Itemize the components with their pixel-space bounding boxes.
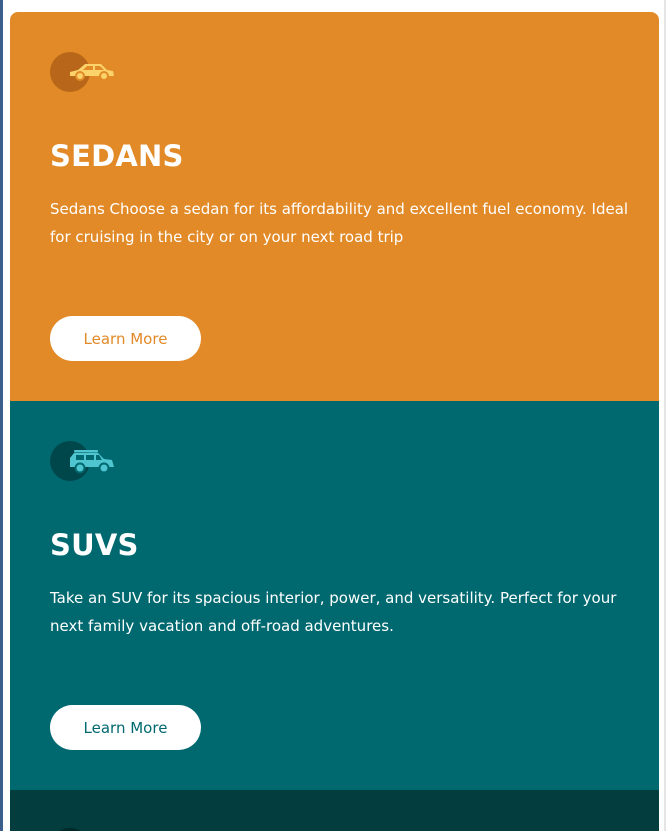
learn-more-button[interactable]: Learn More xyxy=(50,316,201,361)
sedan-car-icon xyxy=(50,52,116,92)
suvs-card: SUVS Take an SUV for its spacious interi… xyxy=(10,401,659,790)
card-title: SEDANS xyxy=(50,139,184,173)
card-description: Sedans Choose a sedan for its affordabil… xyxy=(50,200,629,246)
card-description: Take an SUV for its spacious interior, p… xyxy=(50,589,617,635)
luxury-card xyxy=(10,790,659,831)
card-stack: SEDANS Sedans Choose a sedan for its aff… xyxy=(10,12,659,831)
window-left-edge xyxy=(0,0,3,831)
suv-car-icon xyxy=(50,441,116,481)
card-title: SUVS xyxy=(50,528,139,562)
learn-more-button[interactable]: Learn More xyxy=(50,705,201,750)
sedans-card: SEDANS Sedans Choose a sedan for its aff… xyxy=(10,12,659,401)
